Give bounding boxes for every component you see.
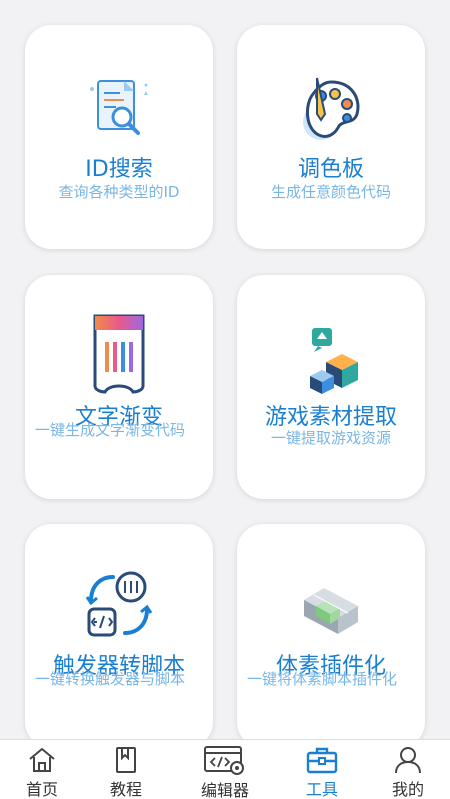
- card-subtitle: 查询各种类型的ID: [58, 183, 180, 201]
- card-subtitle: 生成任意颜色代码: [270, 183, 391, 201]
- document-search-icon: [25, 65, 213, 155]
- card-title: 调色板: [297, 157, 364, 182]
- tab-label: 编辑器: [200, 781, 249, 799]
- card-subtitle: 一键生成文字渐变代码: [35, 421, 186, 439]
- card-subtitle: 一键提取游戏资源: [270, 429, 391, 447]
- home-icon: [27, 744, 57, 775]
- tool-card-voxel-plugin[interactable]: 体素插件化 一键将体素脚本插件化: [237, 524, 425, 748]
- card-title: 游戏素材提取: [264, 405, 397, 430]
- tool-card-trigger-to-script[interactable]: 触发器转脚本 一键转换触发器与脚本: [25, 524, 213, 748]
- tab-tools[interactable]: 工具: [280, 740, 364, 799]
- tool-card-text-gradient[interactable]: 文字渐变 一键生成文字渐变代码: [25, 275, 213, 499]
- asset-extract-icon: [237, 315, 425, 405]
- tab-editor[interactable]: 编辑器: [183, 740, 267, 799]
- card-title: ID搜索: [85, 157, 153, 182]
- card-subtitle: 一键转换触发器与脚本: [35, 670, 186, 688]
- convert-code-icon: [25, 560, 213, 650]
- palette-icon: [237, 65, 425, 155]
- tool-grid: ID搜索 查询各种类型的ID 调色板 生成任意颜色代码 文字渐变 一键生成文字渐…: [0, 0, 450, 748]
- tool-card-id-search[interactable]: ID搜索 查询各种类型的ID: [25, 25, 213, 249]
- tab-home[interactable]: 首页: [0, 740, 84, 799]
- tab-label: 教程: [109, 780, 142, 799]
- bottom-tab-bar: 首页 教程 编辑器 工具 我的: [0, 739, 450, 799]
- gradient-ticket-icon: [25, 309, 213, 399]
- person-icon: [393, 744, 423, 775]
- tab-label: 首页: [25, 780, 58, 799]
- card-subtitle: 一键将体素脚本插件化: [247, 670, 398, 688]
- code-gear-icon: [203, 744, 247, 776]
- voxel-cube-icon: [237, 564, 425, 654]
- tab-mine[interactable]: 我的: [366, 740, 450, 799]
- tab-tutorials[interactable]: 教程: [84, 740, 168, 799]
- toolbox-icon: [305, 744, 339, 775]
- bookmark-book-icon: [111, 744, 141, 775]
- tool-card-palette[interactable]: 调色板 生成任意颜色代码: [237, 25, 425, 249]
- tool-card-game-assets[interactable]: 游戏素材提取 一键提取游戏资源: [237, 275, 425, 499]
- tab-label: 我的: [391, 780, 424, 799]
- tab-label: 工具: [305, 780, 338, 799]
